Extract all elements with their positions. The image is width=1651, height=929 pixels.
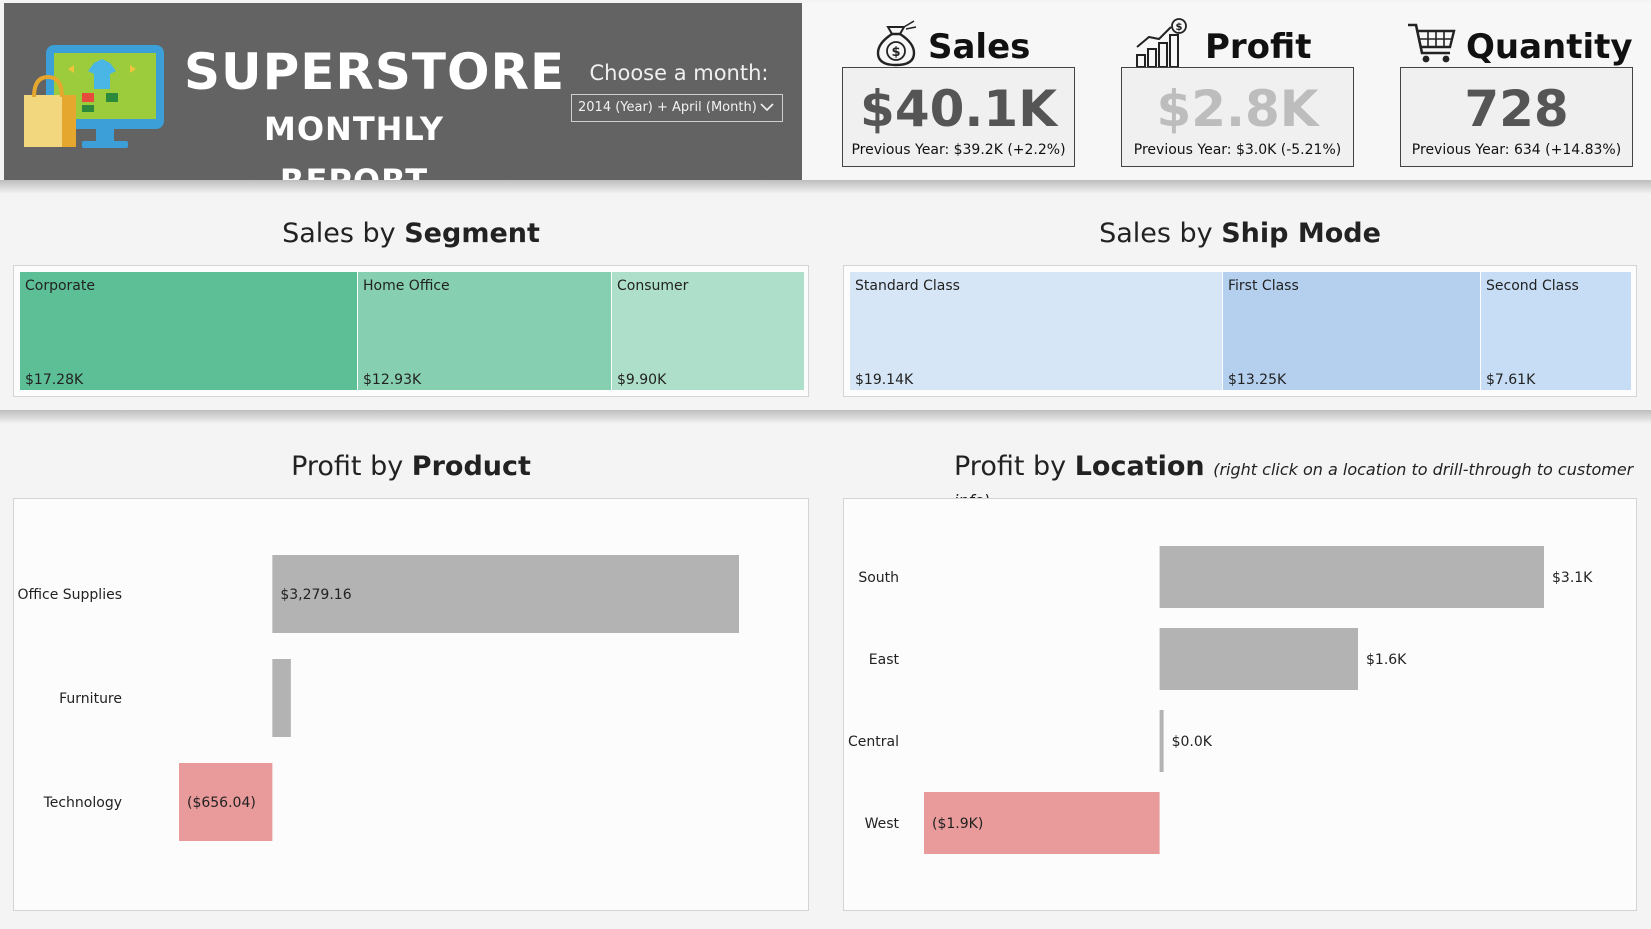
category-label-central: Central (848, 734, 899, 750)
segment-tile-home-office[interactable]: Home Office $12.93K (358, 272, 611, 390)
month-dropdown-value: 2014 (Year) + April (Month) (578, 100, 757, 115)
category-label-east: East (869, 652, 900, 668)
data-label-office-supplies: $3,279.16 (280, 587, 351, 603)
data-label-south: $3.1K (1552, 570, 1593, 586)
category-label-technology: Technology (43, 795, 122, 811)
category-label-furniture: Furniture (59, 691, 122, 707)
location-title-bold: Location (1074, 451, 1205, 482)
title-text: SUPERSTORE (184, 43, 566, 101)
product-chart-title: Profit by Product (0, 451, 822, 482)
segment-tile-consumer[interactable]: Consumer $9.90K (612, 272, 804, 390)
segment-tile-corporate[interactable]: Corporate $17.28K (20, 272, 357, 390)
product-chart-card: Office Supplies $3,279.16 Furniture Technol… (13, 498, 809, 911)
kpi-quantity-card: 728 Previous Year: 634 (+14.83%) (1400, 67, 1633, 167)
kpi-strip: $ Sales $40.1K Previous Year: $39.2K (+2… (802, 3, 1651, 180)
kpi-quantity-value: 728 (1464, 80, 1569, 138)
category-label-west: West (865, 816, 900, 832)
product-title-prefix: Profit by (291, 451, 412, 482)
tile-value: $7.61K (1486, 372, 1536, 388)
data-label-technology: ($656.04) (187, 795, 256, 811)
tile-label: First Class (1228, 278, 1299, 294)
category-label-office-supplies: Office Supplies (17, 587, 122, 603)
svg-text:$: $ (891, 45, 900, 60)
location-title-prefix: Profit by (954, 451, 1075, 482)
kpi-quantity-label: Quantity (1466, 27, 1633, 67)
money-bag-icon: $ (870, 17, 922, 69)
tile-value: $12.93K (363, 372, 422, 388)
kpi-sales-card: $40.1K Previous Year: $39.2K (+2.2%) (842, 67, 1075, 167)
category-label-south: South (858, 570, 899, 586)
product-bar-chart: Office Supplies $3,279.16 Furniture Technol… (17, 555, 739, 841)
data-label-central: $0.0K (1172, 734, 1213, 750)
kpi-sales-value: $40.1K (860, 80, 1057, 138)
shipmode-chart-title: Sales by Ship Mode (830, 218, 1650, 249)
kpi-profit-card: $2.8K Previous Year: $3.0K (-5.21%) (1121, 67, 1354, 167)
shipmode-title-bold: Ship Mode (1221, 218, 1381, 249)
location-chart-card: South $3.1K East $1.6K Central $0.0K West ($1.9… (843, 498, 1637, 911)
kpi-sales-label: Sales (928, 27, 1031, 67)
segment-title-prefix: Sales by (282, 218, 405, 249)
kpi-quantity: Quantity 728 Previous Year: 634 (+14.83%… (1400, 3, 1640, 180)
kpi-profit-label: Profit (1205, 27, 1312, 67)
shipmode-tile-first-class[interactable]: First Class $13.25K (1223, 272, 1480, 390)
chevron-down-icon (758, 98, 776, 116)
month-dropdown[interactable]: 2014 (Year) + April (Month) (571, 94, 783, 122)
kpi-profit-previous: Previous Year: $3.0K (-5.21%) (1133, 142, 1342, 158)
store-monitor-icon (24, 41, 174, 151)
bar-central[interactable] (1159, 710, 1164, 772)
tile-value: $19.14K (855, 372, 914, 388)
segment-treemap: Corporate $17.28K Home Office $12.93K Co… (13, 265, 809, 397)
shipmode-tile-standard-class[interactable]: Standard Class $19.14K (850, 272, 1222, 390)
data-label-west: ($1.9K) (932, 816, 983, 832)
shopping-cart-icon (1406, 17, 1458, 69)
tile-value: $13.25K (1228, 372, 1287, 388)
shipmode-title-prefix: Sales by (1099, 218, 1222, 249)
shipmode-tile-second-class[interactable]: Second Class $7.61K (1481, 272, 1631, 390)
tile-label: Standard Class (855, 278, 960, 294)
shipmode-treemap: Standard Class $19.14K First Class $13.2… (843, 265, 1637, 397)
tile-value: $17.28K (25, 372, 84, 388)
data-label-east: $1.6K (1366, 652, 1407, 668)
month-label: Choose a month: (589, 61, 769, 85)
tile-label: Corporate (25, 278, 95, 294)
segment-title-bold: Segment (404, 218, 540, 249)
growth-coins-icon: $ (1133, 17, 1187, 69)
report-header: SUPERSTORE MONTHLY REPORT Choose a month… (4, 3, 802, 200)
bar-furniture[interactable] (272, 659, 291, 737)
kpi-sales: $ Sales $40.1K Previous Year: $39.2K (+2… (842, 3, 1082, 180)
tile-label: Home Office (363, 278, 450, 294)
kpi-profit: $ Profit $2.8K Previous Year: $3.0K (-5.… (1121, 3, 1361, 180)
kpi-sales-previous: Previous Year: $39.2K (+2.2%) (851, 142, 1066, 158)
tile-value: $9.90K (617, 372, 667, 388)
location-bar-chart: South $3.1K East $1.6K Central $0.0K West ($1.9… (848, 546, 1593, 854)
kpi-quantity-previous: Previous Year: 634 (+14.83%) (1411, 142, 1622, 158)
bar-east[interactable] (1159, 628, 1358, 690)
segment-chart-title: Sales by Segment (0, 218, 822, 249)
tile-label: Consumer (617, 278, 689, 294)
product-title-bold: Product (411, 451, 531, 482)
bar-south[interactable] (1159, 546, 1544, 608)
section-divider (0, 180, 1651, 194)
kpi-profit-value: $2.8K (1156, 80, 1319, 138)
tile-label: Second Class (1486, 278, 1579, 294)
svg-text:$: $ (1176, 22, 1183, 33)
section-divider (0, 410, 1651, 424)
